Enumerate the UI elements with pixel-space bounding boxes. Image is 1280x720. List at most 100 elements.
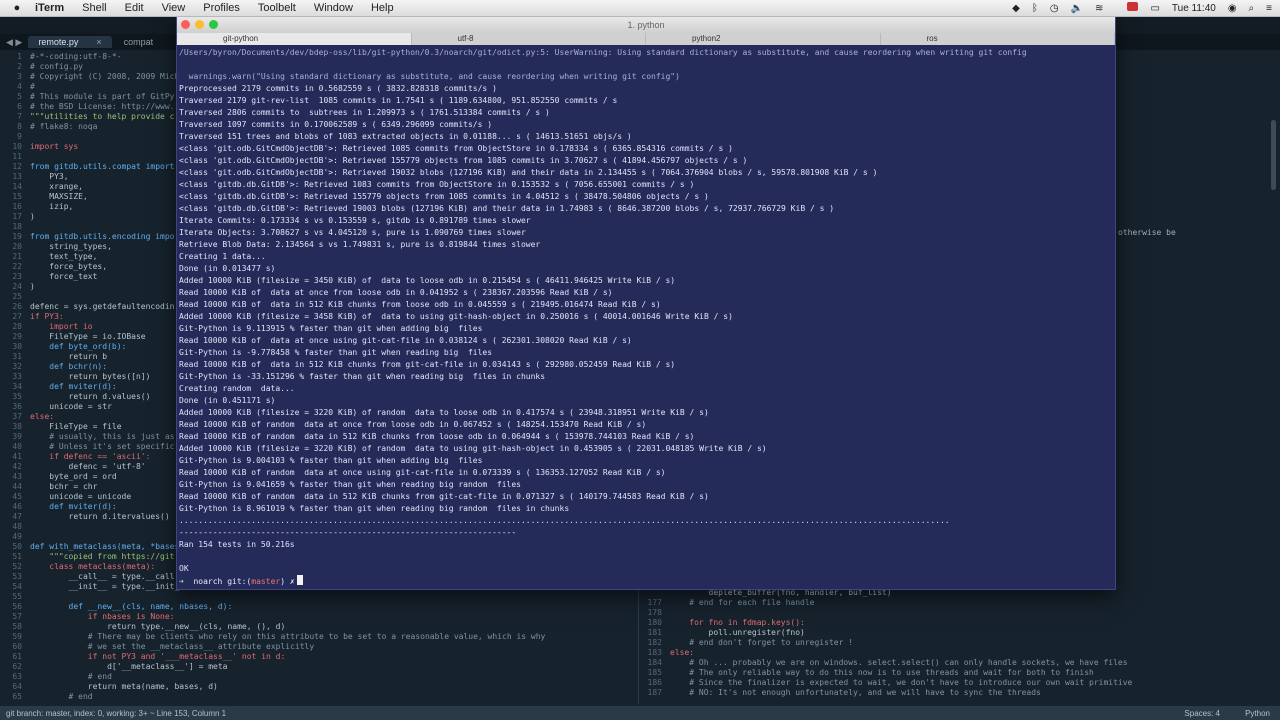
menu-view[interactable]: View [162, 2, 186, 14]
line-number: 23 [12, 272, 22, 281]
maximize-window-icon[interactable] [209, 20, 218, 29]
line-number: 49 [12, 532, 22, 541]
menu-help[interactable]: Help [371, 2, 394, 14]
search-icon[interactable]: ⌕ [1249, 3, 1255, 14]
close-icon[interactable]: × [96, 37, 101, 47]
line-number: 43 [12, 472, 22, 481]
wifi-icon[interactable]: ≋ [1095, 3, 1103, 14]
code-line[interactable]: 177 # end for each file handle [640, 598, 1260, 608]
time-machine-icon[interactable]: ◷ [1050, 3, 1059, 14]
code-text: def mviter(d): [30, 502, 117, 511]
terminal-line: <class 'gitdb.db.GitDB'>: Retrieved 1900… [179, 204, 835, 213]
terminal-line: Traversed 1097 commits in 0.170062589 s … [179, 120, 493, 129]
terminal-titlebar[interactable]: 1. python [177, 17, 1115, 34]
code-line[interactable]: 184 # Oh ... probably we are on windows.… [640, 658, 1260, 668]
code-text: class metaclass(meta): [30, 562, 156, 571]
terminal-tab-git-python[interactable]: git-python [177, 33, 412, 45]
code-line[interactable]: 185 # The only reliable way to do this n… [640, 668, 1260, 678]
menu-shell[interactable]: Shell [82, 2, 106, 14]
code-text: __init__ = type.__init_ [30, 582, 180, 591]
terminal-line: Read 10000 KiB of data at once using git… [179, 336, 632, 345]
line-number: 19 [12, 232, 22, 241]
user-icon[interactable]: ◉ [1228, 3, 1237, 14]
terminal-window[interactable]: 1. python git-python utf-8 python2 ros /… [176, 16, 1116, 590]
code-line[interactable]: 181 poll.unregister(fno) [640, 628, 1260, 638]
code-text: import io [30, 322, 93, 331]
minimize-window-icon[interactable] [195, 20, 204, 29]
line-number: 48 [12, 522, 22, 531]
code-text: xrange, [30, 182, 83, 191]
line-number: 187 [647, 688, 662, 697]
tab-remote-py[interactable]: remote.py × [28, 36, 112, 48]
line-number: 39 [12, 432, 22, 441]
code-text: defenc = 'utf-8' [30, 462, 146, 471]
code-line[interactable]: 55 [0, 592, 640, 602]
line-number: 186 [647, 678, 662, 687]
code-editor-right[interactable]: deplete_buffer(fno, handler, buf_list) 17… [640, 588, 1260, 704]
code-line[interactable]: 187 # NO: It's not enough unfortunately,… [640, 688, 1260, 698]
code-line[interactable]: 61 if not PY3 and '___metaclass__' not i… [0, 652, 640, 662]
menu-edit[interactable]: Edit [125, 2, 144, 14]
close-window-icon[interactable] [181, 20, 190, 29]
code-line[interactable]: 182 # end don't forget to unregister ! [640, 638, 1260, 648]
status-indentation[interactable]: Spaces: 4 [1184, 709, 1220, 718]
code-line[interactable]: 62 d['__metaclass__'] = meta [0, 662, 640, 672]
code-line[interactable]: 59 # There may be clients who rely on th… [0, 632, 640, 642]
menu-toolbelt[interactable]: Toolbelt [258, 2, 296, 14]
battery-icon[interactable]: ▭ [1150, 3, 1159, 14]
terminal-tab-ros[interactable]: ros [881, 33, 1115, 45]
line-number: 31 [12, 352, 22, 361]
code-line[interactable]: 56 def __new__(cls, name, nbases, d): [0, 602, 640, 612]
code-line[interactable]: 60 # we set the __metaclass__ attribute … [0, 642, 640, 652]
clock[interactable]: Tue 11:40 [1172, 3, 1216, 14]
terminal-line: Added 10000 KiB (filesize = 3450 KiB) of… [179, 276, 676, 285]
code-text: else: [30, 412, 55, 421]
bluetooth-icon[interactable]: ᛒ [1032, 3, 1038, 14]
tab-nav-arrows-icon[interactable]: ◀ ▶ [6, 37, 22, 48]
code-text: def with_metaclass(meta, *bases [30, 542, 180, 551]
line-number: 8 [17, 122, 22, 131]
code-line[interactable]: 180 for fno in fdmap.keys(): [640, 618, 1260, 628]
menu-profiles[interactable]: Profiles [203, 2, 240, 14]
code-text: return b [30, 352, 108, 361]
line-number: 181 [647, 628, 662, 637]
code-line[interactable]: 64 return meta(name, bases, d) [0, 682, 640, 692]
code-text: # end don't forget to unregister ! [670, 638, 854, 647]
line-number: 33 [12, 372, 22, 381]
line-number: 46 [12, 502, 22, 511]
line-number: 22 [12, 262, 22, 271]
status-language[interactable]: Python [1245, 709, 1270, 718]
code-line[interactable]: 65 # end [0, 692, 640, 702]
pane-divider[interactable] [638, 588, 639, 704]
line-number: 47 [12, 512, 22, 521]
code-line[interactable]: 57 if nbases is None: [0, 612, 640, 622]
terminal-tab-python2[interactable]: python2 [646, 33, 881, 45]
volume-icon[interactable]: 🔈 [1071, 3, 1083, 14]
list-icon[interactable]: ≡ [1266, 3, 1272, 14]
apple-icon[interactable]: ● [8, 2, 26, 14]
terminal-line: Read 10000 KiB of random data in 512 KiB… [179, 432, 695, 441]
line-number: 3 [17, 72, 22, 81]
menu-app[interactable]: iTerm [35, 2, 64, 14]
terminal-tab-bar: git-python utf-8 python2 ros [177, 33, 1115, 45]
flag-icon[interactable] [1115, 2, 1139, 14]
tab-compat[interactable]: compat [114, 36, 164, 48]
terminal-line: Added 10000 KiB (filesize = 3220 KiB) of… [179, 444, 767, 453]
minimap-scrollbar[interactable] [1271, 120, 1276, 190]
code-line[interactable]: 183 else: [640, 648, 1260, 658]
terminal-tab-utf-8[interactable]: utf-8 [412, 33, 646, 45]
code-line[interactable]: 58 return type.__new__(cls, name, (), d) [0, 622, 640, 632]
line-number: 60 [12, 642, 22, 651]
line-number: 183 [647, 648, 662, 657]
line-number: 62 [12, 662, 22, 671]
code-line[interactable]: 186 # Since the finalizer is expected to… [640, 678, 1260, 688]
menu-window[interactable]: Window [314, 2, 353, 14]
dropbox-icon[interactable]: ◆ [1012, 3, 1020, 14]
code-text: if defenc == 'ascii': [30, 452, 151, 461]
terminal-output[interactable]: /Users/byron/Documents/dev/bdep-oss/lib/… [179, 47, 1111, 587]
code-text: byte_ord = ord [30, 472, 117, 481]
code-line[interactable]: 63 # end [0, 672, 640, 682]
code-line[interactable]: 178 [640, 608, 1260, 618]
shell-prompt[interactable]: ➜ noarch git:(master) ✗ [179, 575, 1111, 587]
